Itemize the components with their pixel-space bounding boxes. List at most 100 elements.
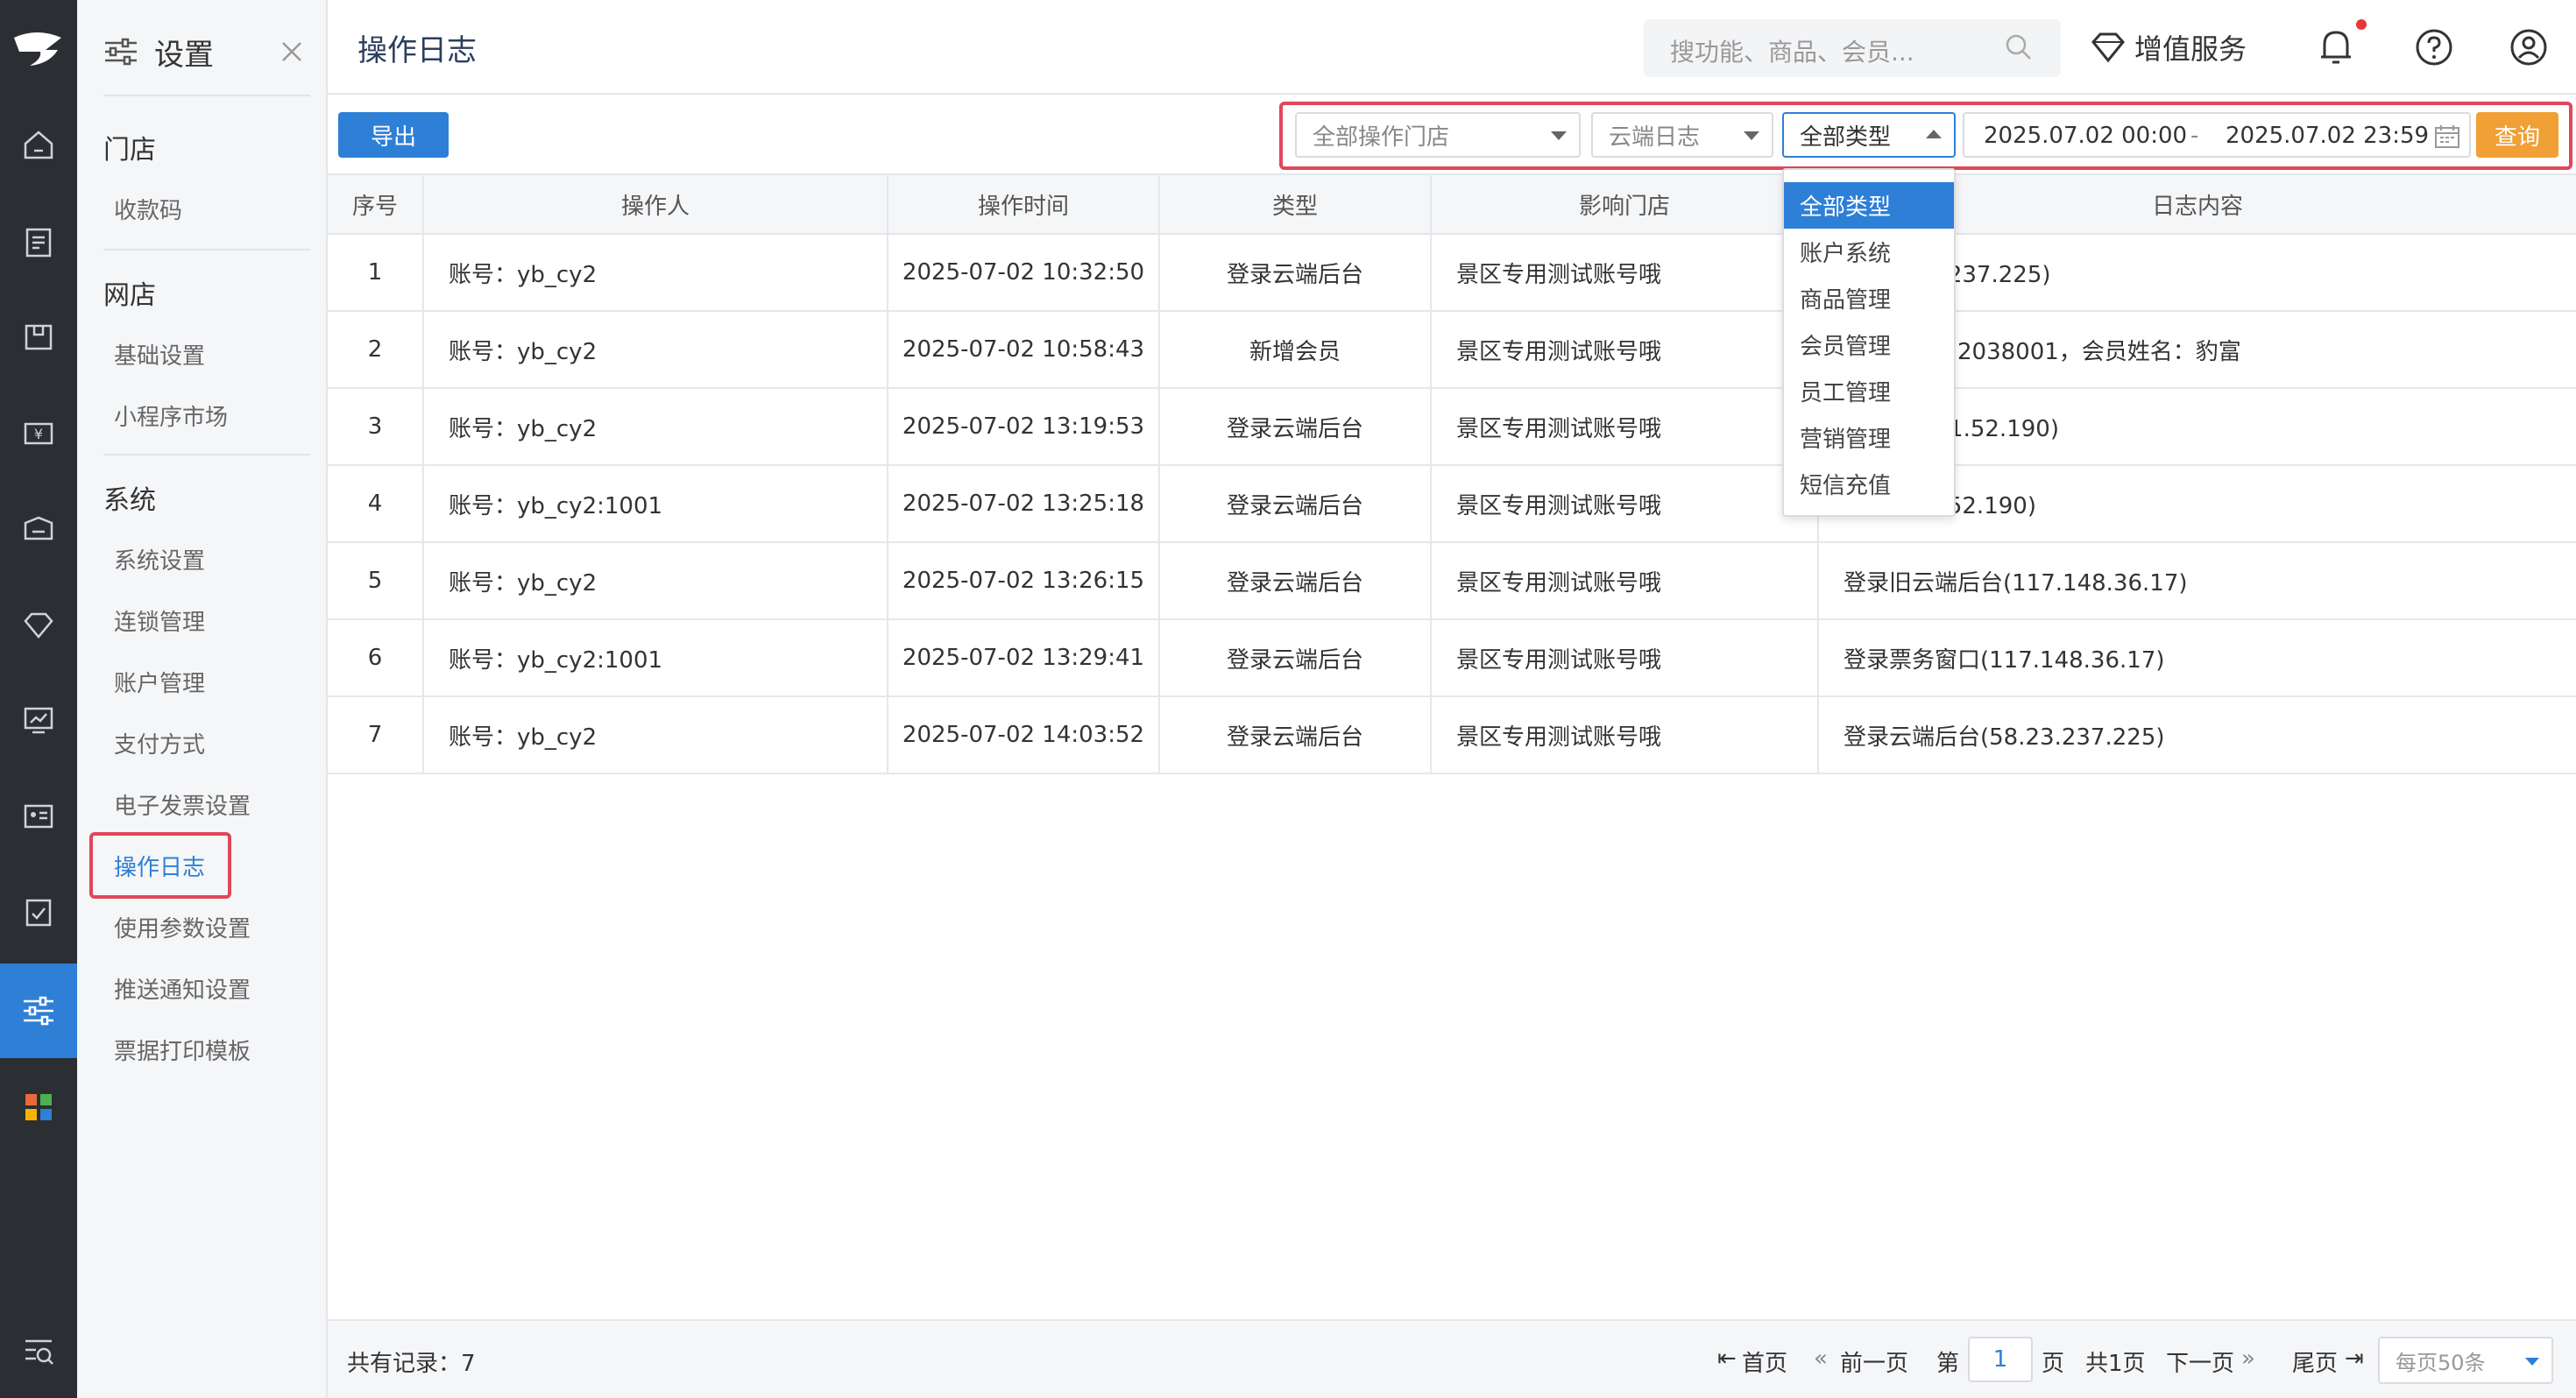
cell-content: 登录旧云端后台(117.148.36.17) (1844, 569, 2188, 597)
first-page-button[interactable]: 首页 (1742, 1345, 1787, 1378)
user-icon[interactable] (2506, 25, 2551, 70)
last-page-icon[interactable]: ⇥ (2345, 1345, 2364, 1372)
cell-store: 景区专用测试账号哦 (1432, 620, 1819, 695)
first-page-icon[interactable]: ⇤ (1717, 1345, 1737, 1372)
dropdown-option[interactable]: 员工管理 (1784, 368, 1954, 414)
home-icon[interactable] (0, 109, 77, 180)
app-window: ¥ 设置 门店 收款码 网店 基础设置 小程序市场 系统 系统设置 连锁管理 账… (0, 0, 2576, 1398)
apps-grid-icon[interactable] (0, 1072, 77, 1142)
menu-search-icon[interactable] (0, 1316, 77, 1386)
cell-index: 4 (328, 466, 424, 541)
table-row[interactable]: 4 账号：yb_cy2:1001 2025-07-02 13:25:18 登录云端后台… (328, 466, 2576, 543)
cell-store: 景区专用测试账号哦 (1432, 312, 1819, 387)
cell-operator: 账号：yb_cy2 (424, 697, 888, 773)
sidebar-item-payment-methods[interactable]: 支付方式 (114, 727, 205, 759)
cell-time: 2025-07-02 10:58:43 (888, 312, 1160, 387)
table-row[interactable]: 2 账号：yb_cy2 2025-07-02 10:58:43 新增会员 景区专用测试账… (328, 312, 2576, 389)
sidebar-item-payment-code[interactable]: 收款码 (114, 193, 182, 225)
sidebar-item-account-management[interactable]: 账户管理 (114, 666, 205, 698)
cell-type: 登录云端后台 (1160, 543, 1432, 618)
settings-sidebar: 设置 门店 收款码 网店 基础设置 小程序市场 系统 系统设置 连锁管理 账户管… (77, 0, 328, 1398)
col-index: 序号 (328, 175, 424, 233)
box-icon[interactable] (0, 302, 77, 372)
table-row[interactable]: 1 账号：yb_cy2 2025-07-02 10:32:50 登录云端后台 景区专用测… (328, 235, 2576, 312)
clipboard-icon[interactable] (0, 207, 77, 277)
vip-service-button[interactable]: 增值服务 (2091, 21, 2247, 74)
caret-down-icon (1551, 131, 1567, 140)
sidebar-item-miniprogram-market[interactable]: 小程序市场 (114, 399, 228, 432)
date-range-picker[interactable]: 2025.07.02 00:00 - 2025.07.02 23:59 (1963, 112, 2471, 158)
sidebar-item-basic-settings[interactable]: 基础设置 (114, 338, 205, 371)
vip-service-label: 增值服务 (2134, 32, 2247, 66)
table-row[interactable]: 5 账号：yb_cy2 2025-07-02 13:26:15 登录云端后台 景区专用测… (328, 543, 2576, 620)
calendar-icon[interactable] (2434, 124, 2460, 155)
type-select[interactable]: 全部类型 (1782, 112, 1956, 158)
dropdown-option[interactable]: 营销管理 (1784, 414, 1954, 461)
coupon-icon[interactable] (0, 494, 77, 564)
id-card-icon[interactable] (0, 781, 77, 851)
last-page-button[interactable]: 尾页 (2292, 1345, 2338, 1378)
cell-index: 1 (328, 235, 424, 310)
table-row[interactable]: 3 账号：yb_cy2 2025-07-02 13:19:53 登录云端后台 景区专用测… (328, 389, 2576, 466)
cell-type: 登录云端后台 (1160, 697, 1432, 773)
sidebar-item-operation-log[interactable]: 操作日志 (89, 832, 231, 899)
sidebar-item-system-settings[interactable]: 系统设置 (114, 543, 205, 575)
cell-index: 3 (328, 389, 424, 464)
help-icon[interactable] (2411, 25, 2457, 70)
query-button[interactable]: 查询 (2476, 112, 2558, 158)
log-source-select[interactable]: 云端日志 (1591, 112, 1773, 158)
date-start[interactable]: 2025.07.02 00:00 (1984, 123, 2187, 149)
sidebar-item-usage-parameters[interactable]: 使用参数设置 (114, 911, 251, 943)
search-icon[interactable] (2003, 32, 2035, 67)
dropdown-option[interactable]: 全部类型 (1784, 182, 1954, 229)
page-number-input[interactable]: 1 (1968, 1337, 2033, 1382)
prev-page-button[interactable]: 前一页 (1840, 1345, 1908, 1378)
next-page-icon[interactable]: » (2241, 1345, 2255, 1372)
table-header: 序号 操作人 操作时间 类型 影响门店 日志内容 (328, 175, 2576, 235)
store-select[interactable]: 全部操作门店 (1295, 112, 1581, 158)
caret-down-icon (2525, 1358, 2539, 1366)
type-dropdown-menu: 全部类型 账户系统 商品管理 会员管理 员工管理 营销管理 短信充值 (1782, 168, 1956, 517)
sidebar-item-e-invoice-settings[interactable]: 电子发票设置 (114, 788, 251, 821)
dropdown-option[interactable]: 账户系统 (1784, 229, 1954, 275)
dropdown-option[interactable]: 商品管理 (1784, 275, 1954, 321)
dropdown-option[interactable]: 短信充值 (1784, 461, 1954, 507)
next-page-button[interactable]: 下一页 (2166, 1345, 2234, 1378)
diamond-icon[interactable] (0, 590, 77, 660)
cell-type: 登录云端后台 (1160, 620, 1432, 695)
pagination-bar: 共有记录：7 ⇤ 首页 « 前一页 第 1 页 共1页 下一页 » 尾页 ⇥ 每… (328, 1319, 2576, 1398)
document-check-icon[interactable] (0, 878, 77, 948)
cashier-icon[interactable]: ¥ (0, 398, 77, 468)
close-icon[interactable] (272, 32, 312, 72)
sidebar-item-chain-management[interactable]: 连锁管理 (114, 604, 205, 637)
sidebar-title-text: 设置 (154, 37, 214, 73)
cell-index: 7 (328, 697, 424, 773)
per-page-select[interactable]: 每页50条 (2378, 1337, 2553, 1384)
sidebar-item-push-notifications[interactable]: 推送通知设置 (114, 972, 251, 1005)
monitor-icon[interactable] (0, 685, 77, 755)
page-title: 操作日志 (357, 33, 477, 68)
sidebar-title: 设置 (103, 30, 214, 74)
bell-icon[interactable] (2313, 25, 2359, 70)
cell-time: 2025-07-02 10:32:50 (888, 235, 1160, 310)
search-input[interactable]: 搜功能、商品、会员... (1644, 19, 2061, 77)
sidebar-item-receipt-template[interactable]: 票据打印模板 (114, 1034, 251, 1066)
table-row[interactable]: 6 账号：yb_cy2:1001 2025-07-02 13:29:41 登录云端后台… (328, 620, 2576, 697)
settings-sliders-icon[interactable] (0, 964, 77, 1058)
table-row[interactable]: 7 账号：yb_cy2 2025-07-02 14:03:52 登录云端后台 景区专用测… (328, 697, 2576, 774)
cell-store: 景区专用测试账号哦 (1432, 389, 1819, 464)
svg-text:¥: ¥ (34, 426, 43, 442)
caret-up-icon (1926, 130, 1942, 138)
export-button[interactable]: 导出 (338, 112, 449, 158)
page-suffix: 页 (2042, 1351, 2065, 1377)
cell-type: 登录云端后台 (1160, 235, 1432, 310)
log-source-select-value: 云端日志 (1609, 124, 1701, 151)
cell-index: 6 (328, 620, 424, 695)
cell-store: 景区专用测试账号哦 (1432, 235, 1819, 310)
group-header-online-store: 网店 (103, 280, 156, 311)
prev-page-icon[interactable]: « (1814, 1345, 1828, 1372)
cell-time: 2025-07-02 14:03:52 (888, 697, 1160, 773)
group-header-store: 门店 (103, 135, 156, 166)
date-end[interactable]: 2025.07.02 23:59 (2226, 123, 2429, 149)
dropdown-option[interactable]: 会员管理 (1784, 321, 1954, 368)
